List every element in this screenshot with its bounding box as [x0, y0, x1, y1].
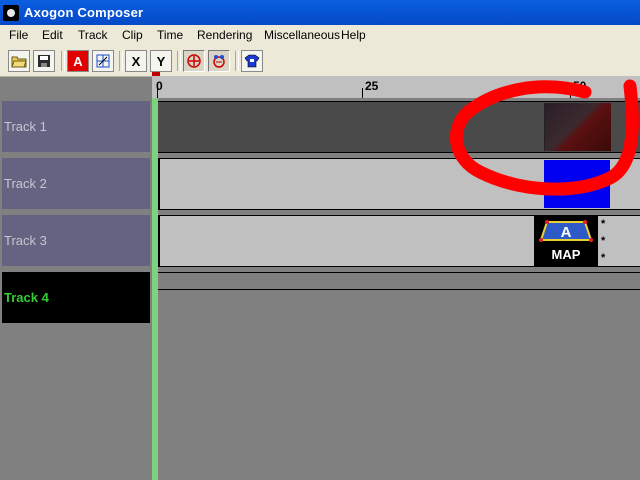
- menu-time[interactable]: Time: [157, 28, 183, 42]
- blue-clip[interactable]: [544, 160, 610, 208]
- timeline-ruler[interactable]: 0 25 50: [152, 76, 640, 99]
- keyframe-star: *: [601, 218, 606, 230]
- menu-help[interactable]: Help: [341, 28, 366, 42]
- playhead-line[interactable]: [152, 98, 158, 480]
- lane-start-edge: [158, 159, 160, 209]
- video-clip[interactable]: [544, 103, 611, 151]
- track-header-3[interactable]: Track 3: [2, 215, 150, 266]
- clip-keyframe-markers: * * *: [601, 216, 605, 267]
- track-label: Track 1: [4, 119, 47, 134]
- x-axis-icon[interactable]: X: [125, 50, 147, 72]
- map-clip-label: MAP: [551, 247, 581, 262]
- save-icon[interactable]: [33, 50, 55, 72]
- map-shield-icon: A: [539, 220, 593, 242]
- menu-rendering[interactable]: Rendering: [197, 28, 252, 42]
- timeline-area[interactable]: A MAP * * *: [152, 98, 640, 480]
- lane-start-edge: [158, 216, 160, 266]
- text-a-icon[interactable]: A: [67, 50, 89, 72]
- track-lane-2[interactable]: [158, 158, 640, 210]
- ruler-tick: [362, 88, 363, 98]
- transform-icon[interactable]: [92, 50, 114, 72]
- track-list-panel: Track 1 Track 2 Track 3 Track 4: [0, 98, 152, 480]
- track-lane-4[interactable]: [158, 272, 640, 290]
- app-icon[interactable]: [3, 5, 19, 21]
- track-lane-3[interactable]: A MAP * * *: [158, 215, 640, 267]
- menu-track[interactable]: Track: [78, 28, 108, 42]
- toolbar-separator: [177, 51, 181, 71]
- window-title: Axogon Composer: [24, 5, 144, 20]
- ruler-label-50: 50: [573, 79, 587, 93]
- title-bar[interactable]: Axogon Composer: [0, 0, 640, 25]
- crosshair-icon[interactable]: [183, 50, 205, 72]
- toolbar-separator: [61, 51, 65, 71]
- menu-miscellaneous[interactable]: Miscellaneous: [264, 28, 340, 42]
- track-lane-1[interactable]: [158, 101, 640, 153]
- nodes-icon[interactable]: [208, 50, 230, 72]
- track-label: Track 2: [4, 176, 47, 191]
- track-label: Track 4: [4, 290, 49, 305]
- keyframe-star: *: [601, 235, 606, 247]
- toolbar-separator: [235, 51, 239, 71]
- ruler-label-25: 25: [365, 79, 379, 93]
- ruler-tick: [570, 88, 571, 98]
- menu-edit[interactable]: Edit: [42, 28, 63, 42]
- open-folder-icon[interactable]: [8, 50, 30, 72]
- track-header-4[interactable]: Track 4: [2, 272, 150, 323]
- menu-file[interactable]: File: [9, 28, 28, 42]
- tshirt-icon[interactable]: [241, 50, 263, 72]
- toolbar: A X Y: [0, 45, 640, 77]
- track-header-1[interactable]: Track 1: [2, 101, 150, 152]
- y-axis-icon[interactable]: Y: [150, 50, 172, 72]
- map-clip[interactable]: A MAP: [534, 216, 598, 266]
- menu-clip[interactable]: Clip: [122, 28, 143, 42]
- track-label: Track 3: [4, 233, 47, 248]
- map-letter: A: [561, 224, 572, 241]
- track-header-2[interactable]: Track 2: [2, 158, 150, 209]
- toolbar-separator: [119, 51, 123, 71]
- ruler-tick: [157, 88, 158, 98]
- keyframe-star: *: [601, 252, 606, 264]
- menu-bar: File Edit Track Clip Time Rendering Misc…: [0, 25, 640, 45]
